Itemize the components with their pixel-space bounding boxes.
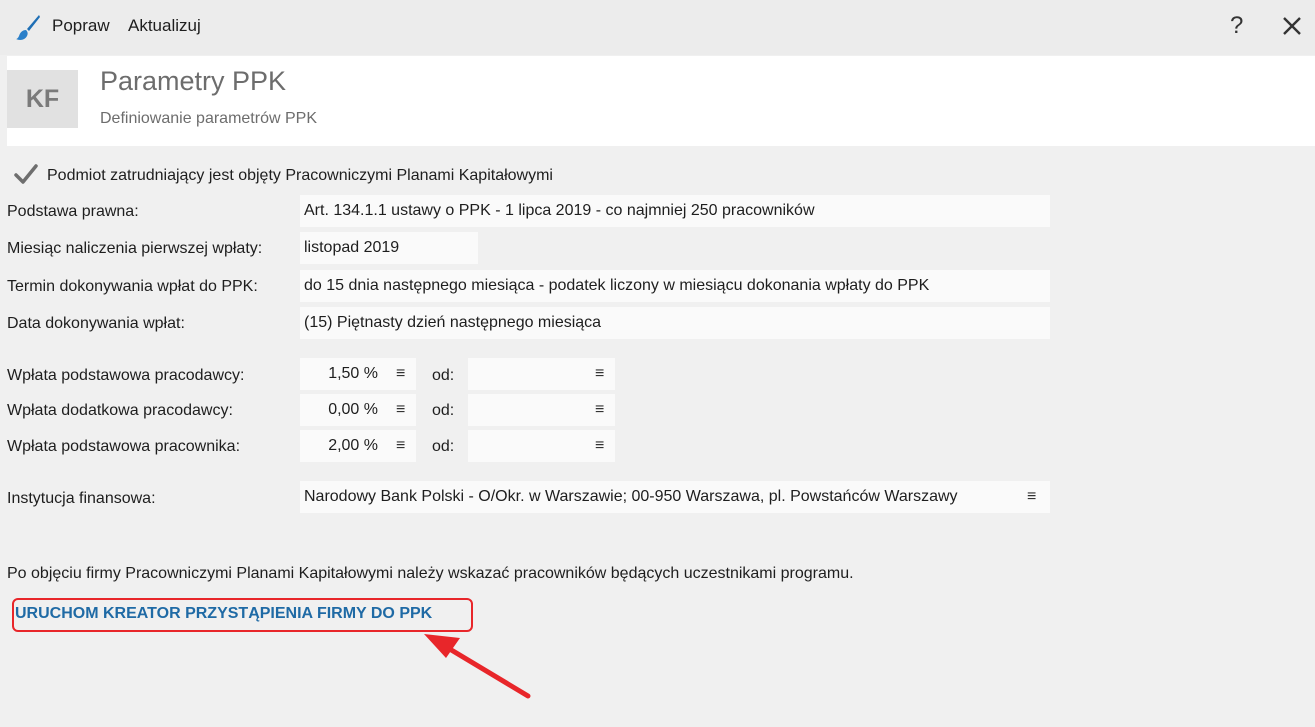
employer-additional-contribution-value: 0,00 % [328, 401, 378, 418]
employee-basic-from-field[interactable]: ≡ [468, 430, 615, 462]
legal-basis-field[interactable]: Art. 134.1.1 ustawy o PPK - 1 lipca 2019… [300, 195, 1050, 227]
red-arrow-annotation [424, 634, 531, 699]
toolbar: Popraw Aktualizuj ? [0, 0, 1315, 55]
close-icon[interactable] [1281, 15, 1303, 37]
update-button[interactable]: Aktualizuj [128, 16, 201, 36]
menu-icon[interactable]: ≡ [595, 401, 604, 419]
payment-deadline-label: Termin dokonywania wpłat do PPK: [7, 278, 258, 295]
employer-basic-contribution-label: Wpłata podstawowa pracodawcy: [7, 367, 245, 384]
help-icon[interactable]: ? [1230, 12, 1243, 40]
paintbrush-icon[interactable] [15, 13, 41, 41]
employer-basic-from-field[interactable]: ≡ [468, 358, 615, 390]
employer-additional-from-field[interactable]: ≡ [468, 394, 615, 426]
menu-icon[interactable]: ≡ [396, 401, 405, 419]
first-payment-month-label: Miesiąc naliczenia pierwszej wpłaty: [7, 240, 263, 257]
page-title: Parametry PPK [100, 66, 287, 96]
menu-icon[interactable]: ≡ [595, 437, 604, 455]
employee-basic-contribution-field[interactable]: 2,00 % ≡ [300, 430, 416, 462]
employer-basic-contribution-field[interactable]: 1,50 % ≡ [300, 358, 416, 390]
financial-institution-field[interactable]: Narodowy Bank Polski - O/Okr. w Warszawi… [300, 481, 1050, 513]
from-label: od: [432, 367, 455, 384]
employee-basic-contribution-value: 2,00 % [328, 437, 378, 454]
menu-icon[interactable]: ≡ [1027, 481, 1036, 513]
employer-additional-contribution-field[interactable]: 0,00 % ≡ [300, 394, 416, 426]
module-badge: KF [7, 70, 78, 128]
launch-wizard-link[interactable]: URUCHOM KREATOR PRZYSTĄPIENIA FIRMY DO P… [15, 605, 432, 623]
page-subtitle: Definiowanie parametrów PPK [100, 110, 317, 127]
menu-icon[interactable]: ≡ [396, 365, 405, 383]
covered-checkbox-label[interactable]: Podmiot zatrudniający jest objęty Pracow… [47, 167, 553, 185]
page-header: KF Parametry PPK Definiowanie parametrów… [7, 56, 1315, 146]
employer-basic-contribution-value: 1,50 % [328, 365, 378, 382]
fix-button[interactable]: Popraw [52, 16, 110, 36]
financial-institution-value: Narodowy Bank Polski - O/Okr. w Warszawi… [304, 488, 958, 505]
info-text: Po objęciu firmy Pracowniczymi Planami K… [7, 565, 854, 582]
payment-date-label: Data dokonywania wpłat: [7, 315, 185, 332]
checkmark-icon[interactable] [14, 163, 38, 185]
menu-icon[interactable]: ≡ [595, 365, 604, 383]
from-label: od: [432, 402, 455, 419]
first-payment-month-field[interactable]: listopad 2019 [300, 232, 478, 264]
from-label: od: [432, 438, 455, 455]
payment-deadline-field[interactable]: do 15 dnia następnego miesiąca - podatek… [300, 270, 1050, 302]
employer-additional-contribution-label: Wpłata dodatkowa pracodawcy: [7, 402, 233, 419]
financial-institution-label: Instytucja finansowa: [7, 490, 156, 507]
menu-icon[interactable]: ≡ [396, 437, 405, 455]
legal-basis-label: Podstawa prawna: [7, 203, 139, 220]
payment-date-field[interactable]: (15) Piętnasty dzień następnego miesiąca [300, 307, 1050, 339]
employee-basic-contribution-label: Wpłata podstawowa pracownika: [7, 438, 241, 455]
